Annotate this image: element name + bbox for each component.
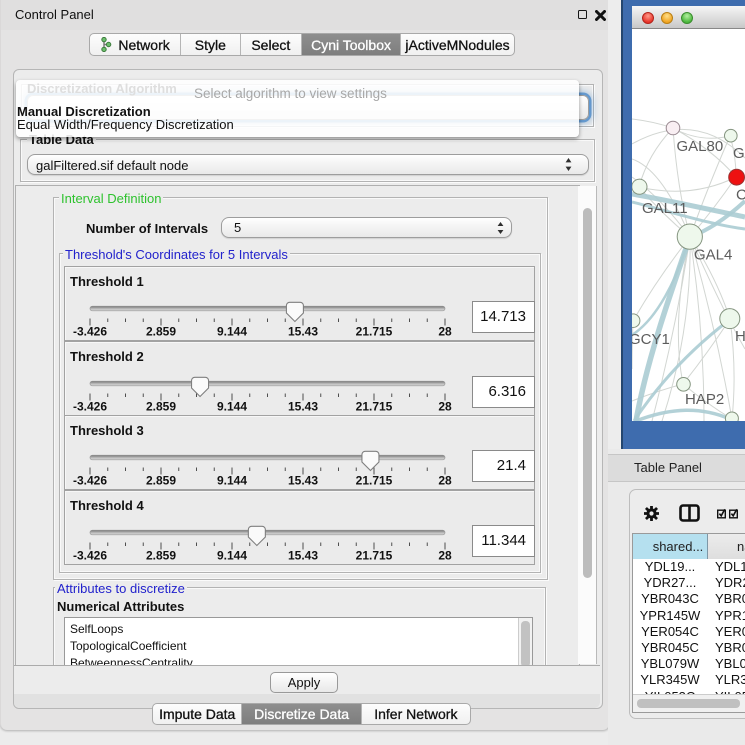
svg-text:GAL4: GAL4 — [694, 247, 732, 264]
svg-text:21.715: 21.715 — [356, 549, 393, 563]
svg-text:2.859: 2.859 — [146, 474, 176, 488]
svg-text:15.43: 15.43 — [288, 549, 318, 563]
svg-text:9.144: 9.144 — [217, 549, 247, 563]
svg-text:GAL11: GAL11 — [642, 200, 688, 217]
svg-text:21.715: 21.715 — [356, 325, 393, 339]
svg-text:2.859: 2.859 — [146, 325, 176, 339]
svg-text:2.859: 2.859 — [146, 549, 176, 563]
svg-text:GCY1: GCY1 — [632, 331, 670, 348]
svg-text:-3.426: -3.426 — [73, 399, 107, 413]
svg-text:2.859: 2.859 — [146, 399, 176, 413]
svg-text:28: 28 — [438, 474, 452, 488]
svg-text:9.144: 9.144 — [217, 399, 247, 413]
svg-text:-3.426: -3.426 — [73, 549, 107, 563]
svg-text:28: 28 — [438, 549, 452, 563]
svg-text:G: G — [733, 145, 745, 162]
svg-text:15.43: 15.43 — [288, 325, 318, 339]
svg-text:9.144: 9.144 — [217, 325, 247, 339]
svg-text:GAL80: GAL80 — [677, 138, 724, 155]
svg-text:28: 28 — [438, 325, 452, 339]
svg-text:9.144: 9.144 — [217, 474, 247, 488]
svg-text:H: H — [735, 328, 745, 345]
svg-text:C: C — [736, 187, 745, 204]
svg-text:-3.426: -3.426 — [73, 474, 107, 488]
svg-text:21.715: 21.715 — [356, 474, 393, 488]
svg-text:15.43: 15.43 — [288, 474, 318, 488]
svg-text:21.715: 21.715 — [356, 399, 393, 413]
svg-text:15.43: 15.43 — [288, 399, 318, 413]
svg-text:-3.426: -3.426 — [73, 325, 107, 339]
svg-text:28: 28 — [438, 399, 452, 413]
svg-text:HAP2: HAP2 — [685, 391, 724, 408]
